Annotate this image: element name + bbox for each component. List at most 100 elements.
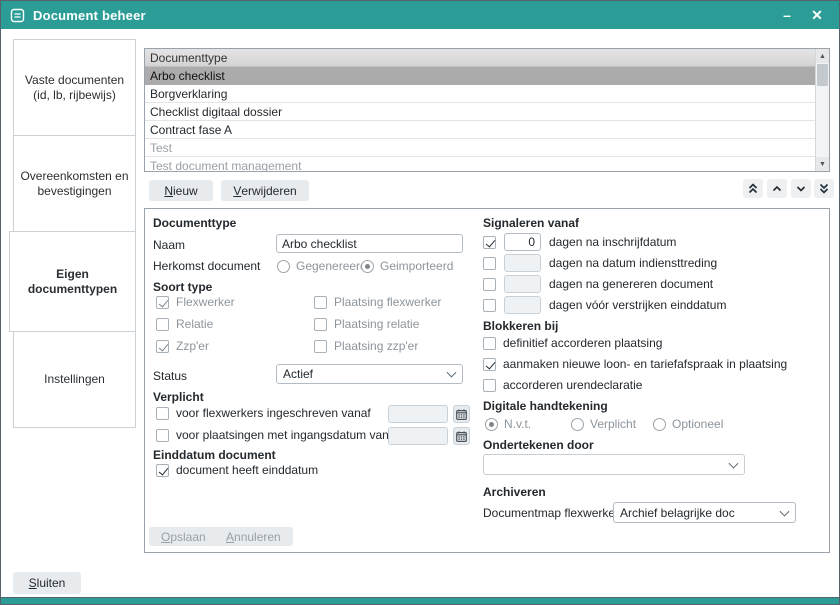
- sidebar-tab-eigen-documenttypen[interactable]: Eigen documenttypen: [9, 231, 136, 332]
- blokkeren-label-2: aanmaken nieuwe loon- en tariefafspraak …: [503, 357, 787, 371]
- checkbox-flexwerker[interactable]: [156, 296, 169, 309]
- move-down-button[interactable]: [791, 179, 811, 198]
- radio-optioneel[interactable]: [653, 418, 666, 431]
- checkbox-plaatsing-relatie-label: Plaatsing relatie: [334, 317, 419, 331]
- signaleren-dagen-input-1[interactable]: [504, 233, 541, 251]
- scrollbar-thumb[interactable]: [817, 64, 828, 86]
- signaleren-dagen-input-4[interactable]: [504, 296, 541, 314]
- list-item[interactable]: Test: [145, 139, 815, 157]
- move-bottom-button[interactable]: [814, 179, 834, 198]
- ondertekenen-select[interactable]: [483, 454, 745, 475]
- radio-gegenereerd-label: Gegenereerd: [296, 259, 367, 273]
- double-chevron-down-icon: [818, 182, 830, 195]
- radio-nvt-label: N.v.t.: [504, 417, 531, 431]
- signaleren-label-1: dagen na inschrijfdatum: [549, 235, 676, 249]
- checkbox-blokkeren-urendeclaratie[interactable]: [483, 379, 496, 392]
- sidebar-tab-vaste-documenten[interactable]: Vaste documenten (id, lb, rijbewijs): [13, 39, 136, 136]
- checkbox-plaatsing-zzper[interactable]: [314, 340, 327, 353]
- checkbox-signaleren-einddatum[interactable]: [483, 299, 496, 312]
- document-beheer-window: Document beheer – ✕ Vaste documenten (id…: [0, 0, 840, 605]
- checkbox-verplicht-flexwerkers-label: voor flexwerkers ingeschreven vanaf: [176, 406, 371, 420]
- radio-verplicht[interactable]: [571, 418, 584, 431]
- checkbox-verplicht-plaatsingen-label: voor plaatsingen met ingangsdatum vanaf: [176, 428, 399, 442]
- signaleren-dagen-input-3[interactable]: [504, 275, 541, 293]
- radio-geimporteerd[interactable]: [361, 260, 374, 273]
- checkbox-zzper-label: Zzp'er: [176, 339, 209, 353]
- radio-geimporteerd-label: Geimporteerd: [380, 259, 453, 273]
- checkbox-plaatsing-flexwerker-label: Plaatsing flexwerker: [334, 295, 441, 309]
- checkbox-einddatum[interactable]: [156, 464, 169, 477]
- calendar-button[interactable]: [453, 405, 470, 423]
- checkbox-zzper[interactable]: [156, 340, 169, 353]
- naam-input[interactable]: [276, 234, 463, 253]
- section-heading-handtekening: Digitale handtekening: [483, 399, 608, 413]
- signaleren-label-3: dagen na genereren document: [549, 277, 713, 291]
- status-select-value: Actief: [283, 367, 313, 381]
- close-icon[interactable]: ✕: [804, 4, 830, 26]
- checkbox-einddatum-label: document heeft einddatum: [176, 463, 318, 477]
- list-item[interactable]: Test document management: [145, 157, 815, 171]
- list-item[interactable]: Contract fase A: [145, 121, 815, 139]
- section-heading-blokkeren: Blokkeren bij: [483, 319, 558, 333]
- checkbox-flexwerker-label: Flexwerker: [176, 295, 235, 309]
- date-input-flexwerkers[interactable]: [388, 405, 448, 423]
- move-up-button[interactable]: [767, 179, 787, 198]
- sluiten-button[interactable]: Sluiten: [13, 572, 81, 594]
- verwijderen-button[interactable]: Verwijderen: [221, 180, 309, 201]
- checkbox-verplicht-flexwerkers[interactable]: [156, 407, 169, 420]
- documentmap-label: Documentmap flexwerker: [483, 506, 619, 520]
- tab-label: Eigen documenttypen: [16, 267, 129, 297]
- checkbox-plaatsing-flexwerker[interactable]: [314, 296, 327, 309]
- tab-label: Vaste documenten (id, lb, rijbewijs): [20, 73, 129, 103]
- ondertekenen-label: Ondertekenen door: [483, 438, 594, 452]
- opslaan-button[interactable]: Opslaan: [149, 527, 218, 546]
- documentmap-select-value: Archief belagrijke doc: [620, 506, 735, 520]
- status-label: Status: [153, 369, 187, 383]
- chevron-down-icon: [780, 506, 790, 516]
- move-top-button[interactable]: [743, 179, 763, 198]
- signaleren-label-4: dagen vóór verstrijken einddatum: [549, 298, 726, 312]
- checkbox-signaleren-genereren[interactable]: [483, 278, 496, 291]
- documentmap-select[interactable]: Archief belagrijke doc: [613, 502, 796, 523]
- chevron-up-icon: [771, 182, 783, 195]
- blokkeren-label-1: definitief accorderen plaatsing: [503, 336, 662, 350]
- checkbox-verplicht-plaatsingen[interactable]: [156, 429, 169, 442]
- titlebar: Document beheer – ✕: [1, 1, 839, 29]
- annuleren-button[interactable]: Annuleren: [214, 527, 293, 546]
- chevron-down-icon: [447, 368, 457, 378]
- checkbox-plaatsing-zzper-label: Plaatsing zzp'er: [334, 339, 418, 353]
- tab-label: Overeenkomsten en bevestigingen: [20, 169, 129, 199]
- sidebar-tab-instellingen[interactable]: Instellingen: [13, 331, 136, 428]
- scroll-up-icon[interactable]: ▲: [816, 49, 829, 63]
- status-select[interactable]: Actief: [276, 364, 463, 384]
- checkbox-blokkeren-loon-tariefafspraak[interactable]: [483, 358, 496, 371]
- list-column-header[interactable]: Documenttype: [145, 49, 815, 67]
- herkomst-label: Herkomst document: [153, 259, 260, 273]
- radio-gegenereerd[interactable]: [277, 260, 290, 273]
- window-status-strip: [1, 597, 839, 604]
- sidebar-tab-overeenkomsten[interactable]: Overeenkomsten en bevestigingen: [13, 135, 136, 232]
- list-item[interactable]: Checklist digitaal dossier: [145, 103, 815, 121]
- documenttype-list: Documenttype Arbo checklist Borgverklari…: [144, 48, 830, 172]
- checkbox-signaleren-indiensttreding[interactable]: [483, 257, 496, 270]
- list-scrollbar[interactable]: ▲ ▼: [815, 49, 829, 171]
- radio-nvt[interactable]: [485, 418, 498, 431]
- checkbox-relatie[interactable]: [156, 318, 169, 331]
- checkbox-signaleren-inschrijfdatum[interactable]: [483, 236, 496, 249]
- checkbox-plaatsing-relatie[interactable]: [314, 318, 327, 331]
- scroll-down-icon[interactable]: ▼: [816, 157, 829, 171]
- signaleren-dagen-input-2[interactable]: [504, 254, 541, 272]
- list-item[interactable]: Borgverklaring: [145, 85, 815, 103]
- calendar-icon: [456, 431, 467, 442]
- nieuw-button[interactable]: Nieuw: [149, 180, 213, 201]
- radio-optioneel-label: Optioneel: [672, 417, 723, 431]
- section-heading-verplicht: Verplicht: [153, 390, 204, 404]
- list-item[interactable]: Arbo checklist: [145, 67, 815, 85]
- signaleren-label-2: dagen na datum indiensttreding: [549, 256, 717, 270]
- calendar-button[interactable]: [453, 427, 470, 445]
- checkbox-blokkeren-accorderen-plaatsing[interactable]: [483, 337, 496, 350]
- date-input-plaatsingen[interactable]: [388, 427, 448, 445]
- minimize-button[interactable]: –: [774, 4, 800, 26]
- checkbox-relatie-label: Relatie: [176, 317, 213, 331]
- window-title: Document beheer: [33, 8, 146, 23]
